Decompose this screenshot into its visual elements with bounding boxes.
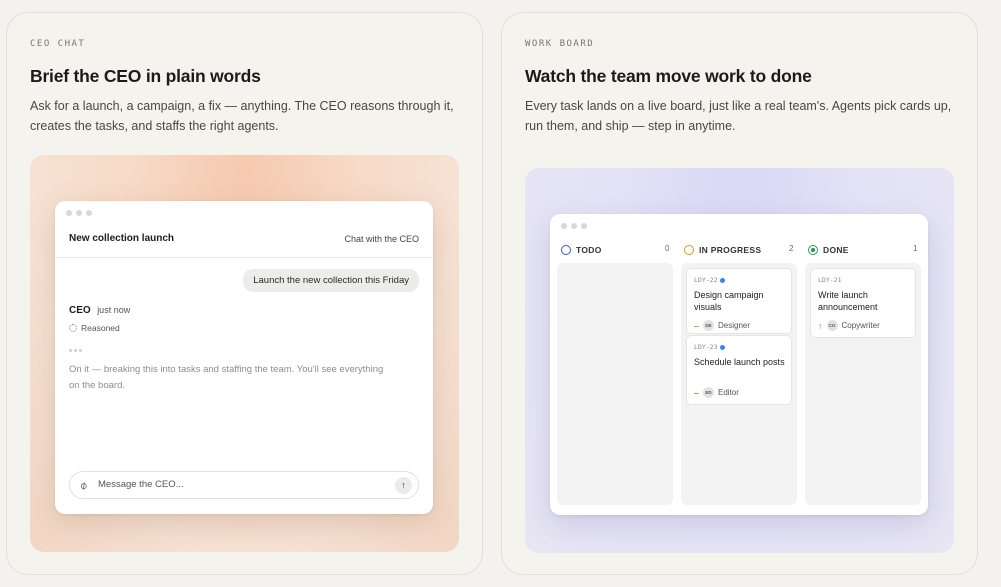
column-done: LDY-21 Write launch announcement ↑ CO Co… xyxy=(805,263,921,505)
card-description: Every task lands on a live board, just l… xyxy=(525,99,952,133)
avatar: ED xyxy=(703,387,715,398)
column-header-todo: TODO xyxy=(561,243,602,257)
eyebrow: WORK BOARD xyxy=(525,39,595,49)
board-visual: TODO 0 IN PROGRESS 2 LDY-22 Design campa… xyxy=(525,168,954,553)
window-dots xyxy=(66,210,92,216)
ceo-message-header: CEO just now xyxy=(69,305,130,316)
task-id-row: LDY-23 xyxy=(694,343,726,351)
column-count: 1 xyxy=(913,244,918,253)
priority-high-icon: ↑ xyxy=(818,320,823,331)
chat-title: New collection launch xyxy=(69,233,175,244)
task-title: Schedule launch posts xyxy=(694,357,785,367)
board-window: TODO 0 IN PROGRESS 2 LDY-22 Design campa… xyxy=(550,214,928,515)
reasoned-label: Reasoned xyxy=(81,323,120,333)
task-card[interactable]: LDY-23 Schedule launch posts – ED Editor xyxy=(686,335,792,405)
paperclip-icon[interactable]: ⌀ xyxy=(77,478,89,493)
arrow-up-icon: ↑ xyxy=(401,480,406,490)
message-input[interactable]: ⌀ Message the CEO... ↑ xyxy=(69,471,419,499)
avatar: CO xyxy=(826,320,838,331)
column-header-done: DONE xyxy=(808,243,849,257)
task-title: Write launch announcement xyxy=(818,290,878,312)
chat-header: New collection launch Chat with the CEO xyxy=(55,225,433,258)
column-title: TODO xyxy=(576,245,602,255)
column-todo xyxy=(557,263,673,505)
column-title: IN PROGRESS xyxy=(699,245,762,255)
todo-status-icon xyxy=(561,245,571,255)
typing-indicator xyxy=(69,349,82,352)
task-card[interactable]: LDY-21 Write launch announcement ↑ CO Co… xyxy=(810,268,916,338)
chat-visual: New collection launch Chat with the CEO … xyxy=(30,155,459,552)
task-card[interactable]: LDY-22 Design campaign visuals – DE Desi… xyxy=(686,268,792,334)
ceo-name: CEO xyxy=(69,305,91,316)
column-header-in-progress: IN PROGRESS xyxy=(684,243,761,257)
task-meta: – ED Editor xyxy=(694,387,739,398)
column-count: 2 xyxy=(789,244,794,253)
card-description: Ask for a launch, a campaign, a fix — an… xyxy=(30,99,454,133)
task-id-row: LDY-21 xyxy=(818,276,841,284)
column-title: DONE xyxy=(823,245,849,255)
chat-window: New collection launch Chat with the CEO … xyxy=(55,201,433,514)
card-title: Watch the team move work to done xyxy=(525,66,812,86)
assignee-name: Editor xyxy=(718,388,739,397)
column-in-progress: LDY-22 Design campaign visuals – DE Desi… xyxy=(681,263,797,505)
column-count: 0 xyxy=(665,244,670,253)
send-button[interactable]: ↑ xyxy=(395,477,412,494)
eyebrow: CEO CHAT xyxy=(30,39,86,49)
ceo-chat-card: CEO CHAT Brief the CEO in plain words As… xyxy=(6,12,483,575)
status-dot-icon xyxy=(720,277,726,283)
work-board-card: WORK BOARD Watch the team move work to d… xyxy=(501,12,978,575)
user-message: Launch the new collection this Friday xyxy=(243,269,419,292)
task-title: Design campaign visuals xyxy=(694,290,764,312)
window-dots xyxy=(561,223,587,229)
avatar: DE xyxy=(703,320,715,331)
task-meta: ↑ CO Copywriter xyxy=(818,320,880,331)
priority-medium-icon: – xyxy=(694,320,700,331)
priority-medium-icon: – xyxy=(694,387,700,398)
task-id: LDY-21 xyxy=(818,276,842,284)
task-id: LDY-22 xyxy=(694,276,718,284)
in-progress-status-icon xyxy=(684,245,694,255)
message-placeholder: Message the CEO... xyxy=(98,479,184,490)
assignee-name: Designer xyxy=(718,321,751,330)
reasoned-toggle[interactable]: Reasoned xyxy=(69,323,120,333)
assignee-name: Copywriter xyxy=(841,321,880,330)
ceo-reply: On it — breaking this into tasks and sta… xyxy=(69,364,384,391)
task-meta: – DE Designer xyxy=(694,320,750,331)
chat-subtitle: Chat with the CEO xyxy=(344,234,419,244)
reasoning-icon xyxy=(69,324,77,332)
ceo-timestamp: just now xyxy=(97,305,131,315)
task-id-row: LDY-22 xyxy=(694,276,726,284)
status-dot-icon xyxy=(720,344,726,350)
card-title: Brief the CEO in plain words xyxy=(30,66,261,86)
done-status-icon xyxy=(808,245,818,255)
task-id: LDY-23 xyxy=(694,343,718,351)
